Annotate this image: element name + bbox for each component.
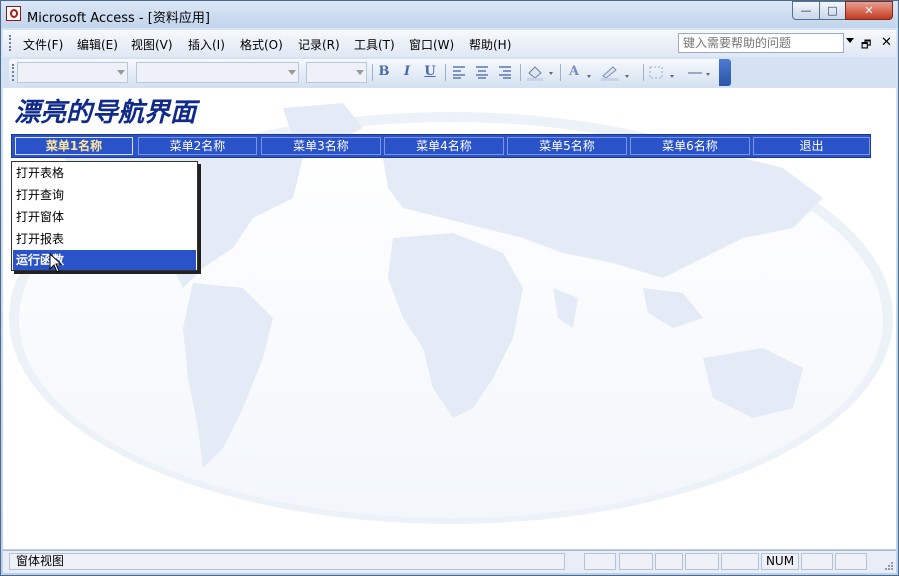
toolbar-separator (643, 64, 644, 81)
status-num-indicator: NUM (761, 553, 799, 570)
help-search-input[interactable] (678, 33, 844, 53)
chevron-down-icon (625, 75, 629, 78)
title-bar[interactable]: Microsoft Access - [资料应用] — □ ✕ (1, 1, 898, 28)
font-name-combo[interactable] (136, 62, 299, 83)
chevron-down-icon (587, 75, 591, 78)
italic-button[interactable]: I (398, 63, 416, 81)
toolbar-separator (372, 64, 373, 81)
chevron-down-icon (117, 70, 125, 75)
form-client-area: 漂亮的导航界面 菜单1名称 菜单2名称 菜单3名称 菜单4名称 菜单5名称 菜单… (3, 88, 896, 549)
chevron-down-icon (288, 70, 296, 75)
align-right-icon (499, 66, 511, 79)
status-indicator-cell (721, 553, 759, 570)
menu-insert[interactable]: 插入(I) (188, 36, 225, 53)
toolbar-separator (445, 64, 446, 81)
nav-menu-6-button[interactable]: 菜单6名称 (630, 137, 750, 155)
status-indicator-cell (835, 553, 867, 570)
dropdown-item-open-table[interactable]: 打开表格 (13, 163, 196, 183)
status-indicator-cell (801, 553, 833, 570)
nav-menu-4-button[interactable]: 菜单4名称 (384, 137, 504, 155)
border-icon (649, 66, 663, 79)
status-bar: 窗体视图 NUM (3, 550, 896, 573)
dropdown-item-open-form[interactable]: 打开窗体 (13, 207, 196, 227)
font-size-combo[interactable] (306, 62, 367, 83)
menu-tools[interactable]: 工具(T) (354, 36, 395, 53)
paint-bucket-icon (528, 66, 542, 79)
menubar-grip[interactable] (9, 35, 14, 51)
navigation-menu-bar: 菜单1名称 菜单2名称 菜单3名称 菜单4名称 菜单5名称 菜单6名称 退出 (11, 134, 871, 158)
menu-view[interactable]: 视图(V) (131, 36, 173, 53)
exit-button[interactable]: 退出 (753, 137, 870, 155)
status-view-mode: 窗体视图 (9, 553, 565, 570)
minimize-button[interactable]: — (792, 1, 820, 20)
status-indicator-cell (685, 553, 719, 570)
fill-color-button[interactable] (525, 64, 557, 81)
menu-help[interactable]: 帮助(H) (469, 36, 511, 53)
toolbar-separator (520, 64, 521, 81)
menu-records[interactable]: 记录(R) (298, 36, 340, 53)
bold-button[interactable]: B (375, 63, 393, 81)
dropdown-item-open-report[interactable]: 打开报表 (13, 229, 196, 249)
close-button[interactable]: ✕ (845, 1, 893, 20)
align-left-icon (453, 66, 465, 79)
access-app-icon[interactable] (6, 6, 21, 21)
align-buttons (453, 66, 511, 79)
menu-edit[interactable]: 编辑(E) (77, 36, 118, 53)
nav-menu-1-button[interactable]: 菜单1名称 (15, 137, 133, 155)
formatting-toolbar: B I U A (9, 59, 731, 86)
chevron-down-icon (706, 73, 710, 76)
status-indicator-cell (584, 553, 616, 570)
mdi-restore-icon[interactable]: 🗗 (861, 36, 871, 55)
chevron-down-icon (670, 75, 674, 78)
toolbar-separator (560, 64, 561, 81)
help-dropdown-arrow-icon[interactable] (846, 38, 854, 43)
resize-grip-icon[interactable] (884, 561, 894, 571)
menu-file[interactable]: 文件(F) (23, 36, 63, 53)
maximize-button[interactable]: □ (819, 1, 846, 20)
font-color-button[interactable]: A (565, 63, 583, 81)
nav-menu-5-button[interactable]: 菜单5名称 (507, 137, 627, 155)
align-center-icon (476, 66, 488, 79)
toolbar-options-button[interactable] (719, 59, 731, 86)
object-combo[interactable] (17, 62, 128, 83)
line-color-buttons (587, 66, 629, 81)
status-indicator-cell (619, 553, 653, 570)
mdi-close-icon[interactable]: ✕ (881, 35, 892, 50)
status-indicator-cell (655, 553, 683, 570)
dropdown-item-run-function[interactable]: 运行函数 (13, 250, 196, 270)
access-window: Microsoft Access - [资料应用] — □ ✕ 文件(F) 编辑… (0, 0, 899, 576)
pencil-icon (602, 66, 617, 79)
form-title: 漂亮的导航界面 (14, 98, 197, 128)
underline-button[interactable]: U (421, 63, 439, 81)
chevron-down-icon (356, 70, 364, 75)
dropdown-item-open-query[interactable]: 打开查询 (13, 185, 196, 205)
menu-1-dropdown: 打开表格 打开查询 打开窗体 打开报表 运行函数 (11, 161, 198, 271)
nav-menu-3-button[interactable]: 菜单3名称 (261, 137, 381, 155)
nav-menu-2-button[interactable]: 菜单2名称 (138, 137, 257, 155)
menu-format[interactable]: 格式(O) (240, 36, 283, 53)
menu-window[interactable]: 窗口(W) (409, 36, 454, 53)
menu-bar: 文件(F) 编辑(E) 视图(V) 插入(I) 格式(O) 记录(R) 工具(T… (3, 30, 896, 57)
border-buttons (649, 66, 710, 79)
mouse-cursor-icon (49, 253, 63, 273)
window-title: Microsoft Access - [资料应用] (27, 11, 210, 26)
